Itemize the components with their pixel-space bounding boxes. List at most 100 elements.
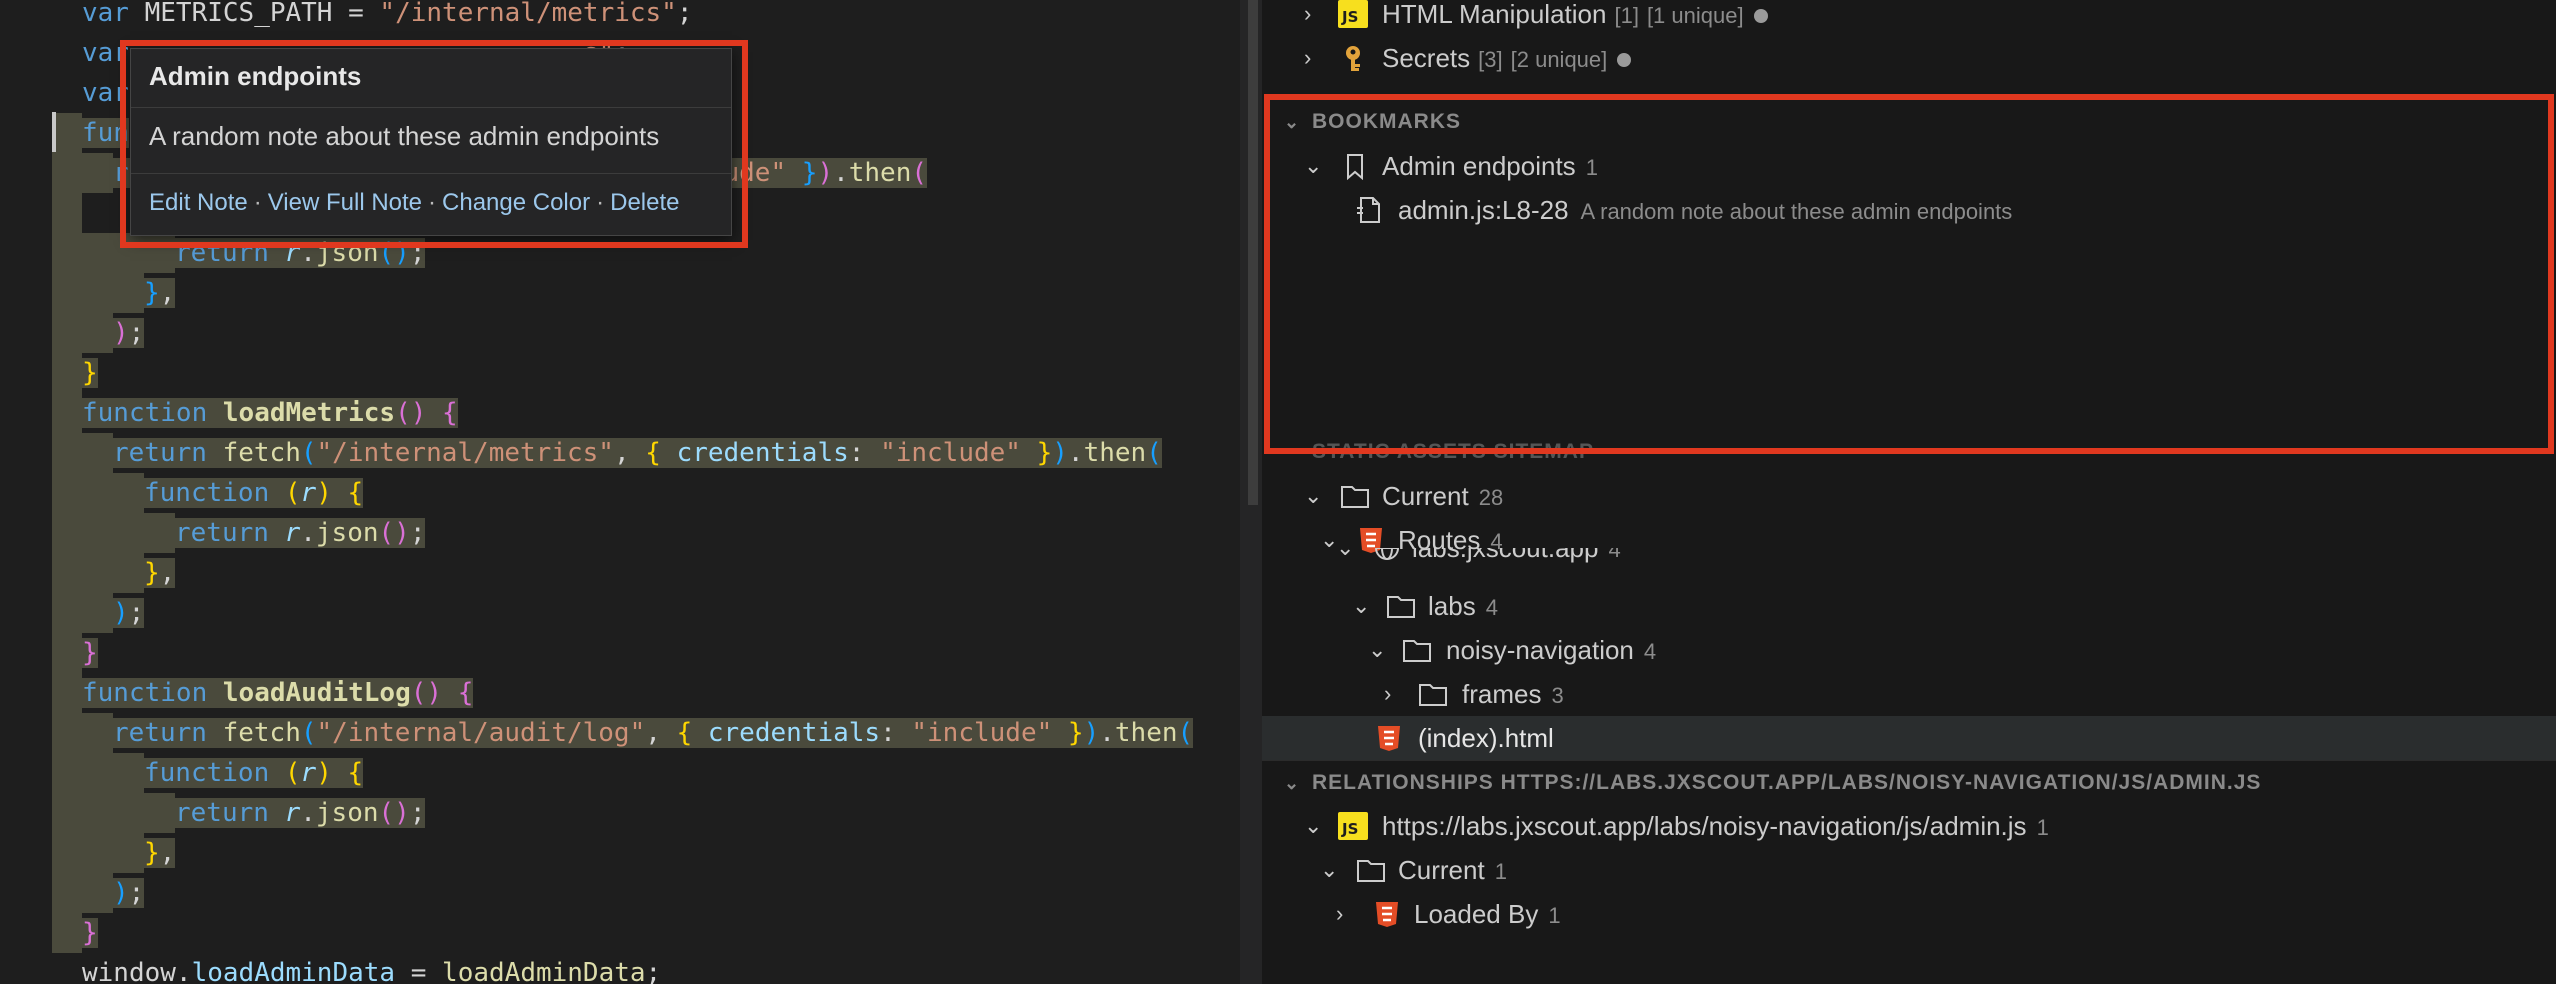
code-line[interactable]: },	[52, 833, 176, 873]
tree-item-secrets[interactable]: › Secrets [3] [2 unique]	[1262, 36, 2556, 80]
view-full-note-link[interactable]: View Full Note	[268, 189, 422, 216]
sitemap-item-noisy-navigation[interactable]: ⌄ noisy-navigation 4	[1262, 628, 2556, 672]
code-token: "/internal/metrics"	[379, 0, 677, 28]
code-token: return	[113, 438, 207, 468]
code-line[interactable]: fun	[52, 113, 129, 153]
chevron-down-icon[interactable]: ⌄	[1336, 548, 1354, 570]
selection-indent	[52, 233, 175, 273]
code-text: );	[113, 878, 145, 908]
code-token: loadAdminData	[442, 958, 646, 984]
tree-item-label: noisy-navigation	[1446, 635, 1634, 665]
chevron-down-icon[interactable]: ⌄	[1368, 628, 1386, 672]
code-token: ()	[378, 798, 410, 828]
code-token: ;	[645, 958, 662, 984]
code-text: fun	[82, 118, 129, 148]
sitemap-section-header[interactable]: STATIC ASSETS SITEMAP	[1262, 430, 2556, 474]
code-token: r	[113, 158, 129, 188]
chevron-right-icon[interactable]: ›	[1384, 672, 1391, 716]
delete-link[interactable]: Delete	[610, 189, 679, 216]
code-line[interactable]: );	[52, 593, 145, 633]
chevron-right-icon[interactable]: ›	[1336, 892, 1343, 936]
tree-item-label: https://labs.jxscout.app/labs/noisy-navi…	[1382, 811, 2027, 841]
code-line[interactable]: return r.json();	[52, 233, 426, 273]
tree-item-label: Current	[1382, 481, 1469, 511]
code-line[interactable]: );	[52, 313, 145, 353]
edit-note-link[interactable]: Edit Note	[149, 189, 248, 216]
sitemap-item-labs[interactable]: ⌄ labs 4	[1262, 584, 2556, 628]
code-line[interactable]: function (r) {	[52, 473, 364, 513]
chevron-down-icon[interactable]: ⌄	[1352, 584, 1370, 628]
sitemap-item-current[interactable]: ⌄ Current 28	[1262, 474, 2556, 518]
code-line[interactable]: }	[52, 353, 98, 393]
popup-divider	[131, 107, 731, 108]
code-token: )	[113, 878, 129, 908]
code-line[interactable]: return fetch("/internal/audit/log", { cr…	[52, 713, 1194, 753]
code-token: )	[817, 158, 834, 188]
code-line[interactable]: return fetch("/internal/metrics", { cred…	[52, 433, 1162, 473]
code-token: var	[82, 78, 129, 108]
sitemap-item-domain[interactable]: ⌄ labs.jxscout.app 4	[1262, 548, 2556, 572]
code-text: },	[144, 838, 176, 868]
tree-item-label: Loaded By	[1414, 899, 1539, 929]
code-line[interactable]: function loadMetrics() {	[52, 393, 458, 433]
selection-indent	[52, 873, 113, 913]
chevron-down-icon[interactable]: ⌄	[1304, 474, 1322, 518]
code-line[interactable]: },	[52, 273, 176, 313]
code-line[interactable]: return r.json();	[52, 793, 426, 833]
code-token: ,	[159, 558, 176, 588]
code-line[interactable]: var METRICS_PATH = "/internal/metrics";	[52, 0, 693, 33]
globe-icon	[1375, 548, 1399, 560]
code-line[interactable]: },	[52, 553, 176, 593]
code-line[interactable]: function loadAuditLog() {	[52, 673, 474, 713]
code-token: (	[1146, 438, 1162, 468]
code-line[interactable]	[52, 193, 82, 233]
tree-item-count: 4	[1608, 548, 1621, 562]
chevron-right-icon[interactable]: ›	[1304, 36, 1311, 80]
code-token: ()	[395, 398, 427, 428]
bookmark-location: admin.js:L8-28	[1398, 195, 1569, 225]
relationship-loaded-by[interactable]: › Loaded By 1	[1262, 892, 2556, 936]
sitemap-item-index-html[interactable]: (index).html	[1262, 716, 2556, 760]
code-line[interactable]: );	[52, 873, 145, 913]
html5-icon	[1376, 902, 1398, 927]
bookmark-group-admin-endpoints[interactable]: ⌄ Admin endpoints 1	[1262, 144, 2556, 188]
code-line[interactable]: window.loadAdminData = loadAdminData;	[52, 953, 661, 984]
code-line[interactable]: function (r) {	[52, 753, 364, 793]
relationship-file-admin-js[interactable]: ⌄ JS https://labs.jxscout.app/labs/noisy…	[1262, 804, 2556, 848]
sitemap-item-frames[interactable]: › frames 3	[1262, 672, 2556, 716]
code-text: }	[82, 918, 98, 948]
code-line[interactable]: var	[52, 73, 129, 113]
tree-item-unique: [1 unique]	[1646, 3, 1744, 28]
chevron-down-icon[interactable]: ⌄	[1284, 761, 1300, 805]
chevron-down-icon[interactable]: ⌄	[1284, 100, 1300, 144]
code-line[interactable]: }	[52, 633, 98, 673]
change-color-link[interactable]: Change Color	[442, 189, 590, 216]
code-token: }	[144, 838, 160, 868]
relationships-section-header[interactable]: ⌄ RELATIONSHIPS HTTPS://LABS.JXSCOUT.APP…	[1262, 760, 2556, 805]
code-token: r	[284, 798, 301, 828]
tree-item-html-manipulation[interactable]: › JS HTML Manipulation [1] [1 unique]	[1262, 0, 2556, 36]
code-token: var	[82, 0, 129, 28]
relationship-current[interactable]: ⌄ Current 1	[1262, 848, 2556, 892]
code-line[interactable]: }	[52, 913, 98, 953]
folder-icon	[1387, 596, 1415, 618]
editor-scrollbar-thumb[interactable]	[1248, 0, 1258, 505]
bookmark-item[interactable]: admin.js:L8-28 A random note about these …	[1262, 188, 2556, 232]
chevron-down-icon[interactable]: ⌄	[1304, 804, 1322, 848]
chevron-down-icon[interactable]: ⌄	[1304, 144, 1322, 188]
code-text: function loadMetrics() {	[82, 398, 458, 428]
bookmarks-section-header[interactable]: ⌄ BOOKMARKS	[1262, 100, 2556, 144]
code-token: }	[1067, 718, 1084, 748]
chevron-right-icon[interactable]: ›	[1304, 0, 1311, 36]
code-line[interactable]: return r.json();	[52, 513, 426, 553]
code-token: }	[801, 158, 818, 188]
code-token: ()	[378, 238, 410, 268]
code-token: ()	[410, 678, 443, 708]
tree-item-label: (index).html	[1418, 723, 1554, 753]
code-token: ,	[159, 278, 176, 308]
chevron-down-icon[interactable]: ⌄	[1320, 848, 1338, 892]
